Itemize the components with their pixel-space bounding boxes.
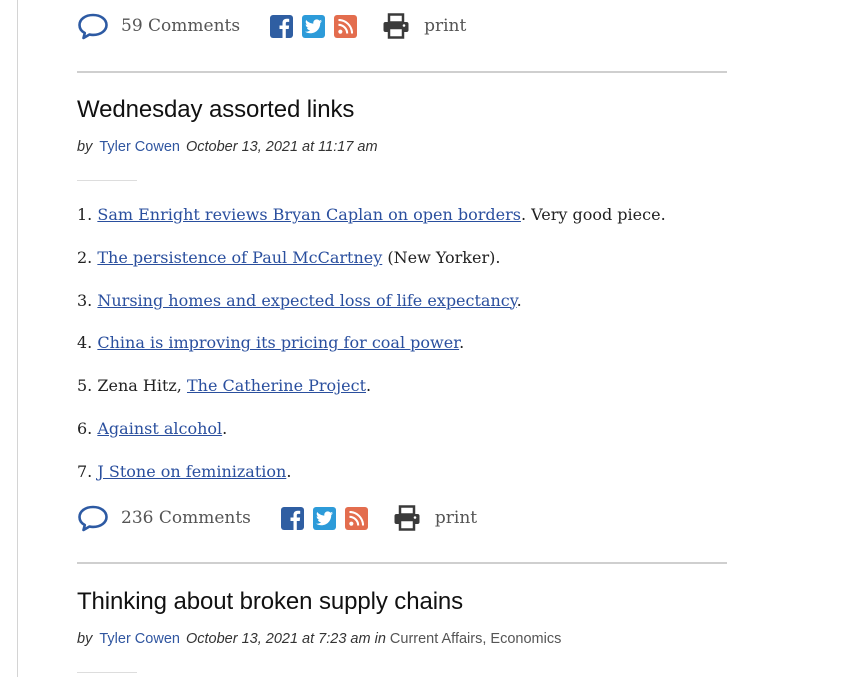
printer-icon xyxy=(394,505,420,531)
post-title[interactable]: Wednesday assorted links xyxy=(77,96,354,124)
item-suffix: . xyxy=(222,418,228,438)
comments-link[interactable]: 59 Comments xyxy=(77,12,240,40)
category-link[interactable]: Current Affairs xyxy=(390,631,482,647)
twitter-share-button[interactable] xyxy=(302,14,326,38)
list-item: 1. Sam Enright reviews Bryan Caplan on o… xyxy=(77,205,666,248)
facebook-icon xyxy=(290,510,301,530)
byline-rule xyxy=(77,672,137,673)
list-item: 5. Zena Hitz, The Catherine Project. xyxy=(77,376,666,419)
post-title[interactable]: Thinking about broken supply chains xyxy=(77,588,463,616)
item-suffix: . xyxy=(286,461,292,481)
item-suffix: . xyxy=(516,290,522,310)
print-label: print xyxy=(434,508,478,528)
share-bar-top: 59 Comments print xyxy=(77,9,466,43)
byline-by: by xyxy=(77,631,93,647)
comment-bubble-icon xyxy=(78,505,108,532)
facebook-share-button[interactable] xyxy=(270,14,294,38)
list-item: 4. China is improving its pricing for co… xyxy=(77,333,666,376)
comments-count: 236 Comments xyxy=(121,508,251,528)
item-suffix: . xyxy=(459,333,465,353)
comments-link[interactable]: 236 Comments xyxy=(77,504,251,532)
item-number: 2. xyxy=(77,247,93,267)
twitter-icon xyxy=(305,18,323,33)
list-item: 3. Nursing homes and expected loss of li… xyxy=(77,291,666,334)
item-suffix: (New Yorker). xyxy=(382,247,501,267)
post-date: October 13, 2021 at 11:17 am xyxy=(185,139,378,155)
item-link[interactable]: The Catherine Project xyxy=(187,376,366,395)
rss-button[interactable] xyxy=(344,506,368,530)
item-link[interactable]: Against alcohol xyxy=(97,419,222,438)
left-border xyxy=(17,0,18,677)
author-link[interactable]: Tyler Cowen xyxy=(99,139,180,155)
item-number: 7. xyxy=(77,461,93,481)
rss-icon xyxy=(349,510,364,526)
link-list: 1. Sam Enright reviews Bryan Caplan on o… xyxy=(77,205,666,505)
item-link[interactable]: The persistence of Paul McCartney xyxy=(97,248,382,267)
rss-icon xyxy=(338,18,354,34)
item-prefix: Zena Hitz, xyxy=(97,376,187,396)
item-link[interactable]: Sam Enright reviews Bryan Caplan on open… xyxy=(97,205,521,224)
comments-count: 59 Comments xyxy=(121,16,241,36)
author-link[interactable]: Tyler Cowen xyxy=(99,631,180,647)
comment-bubble-icon xyxy=(78,13,108,40)
facebook-share-button[interactable] xyxy=(280,506,304,530)
item-number: 4. xyxy=(77,333,93,353)
category-link[interactable]: Economics xyxy=(490,631,561,647)
twitter-icon xyxy=(315,510,333,525)
category-separator: , xyxy=(482,631,487,647)
item-link[interactable]: Nursing homes and expected loss of life … xyxy=(97,291,516,310)
facebook-icon xyxy=(279,18,290,38)
post-divider xyxy=(77,562,727,564)
item-number: 1. xyxy=(77,205,93,224)
byline-rule xyxy=(77,180,137,181)
printer-icon xyxy=(383,13,409,39)
post-date: October 13, 2021 at 7:23 am in xyxy=(185,631,386,647)
print-label: print xyxy=(424,16,467,36)
item-link[interactable]: China is improving its pricing for coal … xyxy=(97,333,459,352)
list-item: 6. Against alcohol. xyxy=(77,419,666,462)
print-link[interactable]: print xyxy=(382,13,466,39)
post-divider xyxy=(77,71,727,73)
list-item: 2. The persistence of Paul McCartney (Ne… xyxy=(77,248,666,291)
item-number: 5. xyxy=(77,376,93,396)
post-byline: by Tyler Cowen October 13, 2021 at 11:17… xyxy=(77,139,378,155)
item-number: 6. xyxy=(77,418,93,438)
item-link[interactable]: J Stone on feminization xyxy=(97,462,286,481)
print-link[interactable]: print xyxy=(393,505,477,531)
item-number: 3. xyxy=(77,290,93,310)
list-item: 7. J Stone on feminization. xyxy=(77,462,666,505)
item-suffix: . xyxy=(366,376,372,396)
twitter-share-button[interactable] xyxy=(312,506,336,530)
byline-by: by xyxy=(77,139,93,155)
post-byline: by Tyler Cowen October 13, 2021 at 7:23 … xyxy=(77,631,561,647)
rss-button[interactable] xyxy=(334,14,358,38)
share-bar-bottom: 236 Comments print xyxy=(77,501,477,535)
item-suffix: . Very good piece. xyxy=(520,205,666,224)
